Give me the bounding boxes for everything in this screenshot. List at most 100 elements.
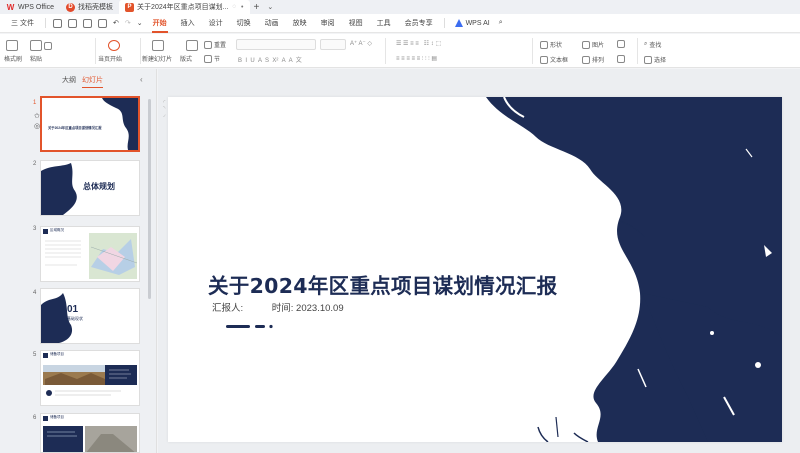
font-family-select[interactable] (236, 39, 316, 50)
menu-slideshow[interactable]: 放映 (286, 18, 314, 28)
shape-button[interactable]: 形状 (540, 40, 562, 49)
divider (532, 38, 533, 64)
wps-ai-icon (454, 19, 463, 27)
wps-ai-label: WPS AI (465, 19, 490, 27)
slide-title[interactable]: 关于2024年区重点项目谋划情况汇报 (208, 269, 557, 299)
menu-home[interactable]: 开始 (146, 18, 174, 33)
slide-number: 6 (33, 415, 37, 421)
tab-label: 关于2024年区重点项目谋划... (137, 4, 229, 11)
textbox-button[interactable]: 文本框 (540, 55, 568, 64)
menu-review[interactable]: 审阅 (314, 18, 342, 28)
print-preview-icon[interactable] (97, 18, 107, 28)
cloud-sync-icon: ◌ (232, 4, 237, 10)
slide-thumbnail-6[interactable]: 储备项目 (40, 413, 140, 453)
from-start-button[interactable] (108, 40, 122, 51)
picture-button[interactable]: 图片 (582, 40, 604, 49)
menu-transition[interactable]: 切换 (230, 18, 258, 28)
slide-number: 5 (33, 352, 37, 358)
arrange-button[interactable]: 排列 (582, 55, 604, 64)
layout-label: 版式 (180, 57, 193, 63)
photo-graphic (43, 426, 137, 452)
divider (385, 38, 386, 64)
slide-thumbnail-4[interactable]: 01 基础现状 (40, 288, 140, 344)
section-label: 节 (214, 57, 221, 63)
picture-icon (582, 40, 590, 49)
font-size-select[interactable] (320, 39, 346, 50)
font-grow-button[interactable]: A⁺ A⁻ ◇ (350, 40, 372, 47)
chevron-down-icon[interactable]: ⌄ (263, 3, 277, 11)
format-painter-button[interactable] (6, 40, 20, 51)
wps-ai-button[interactable]: WPS AI (449, 19, 496, 27)
new-tab-button[interactable]: + (250, 2, 264, 13)
fill-button[interactable] (617, 40, 627, 48)
save-icon[interactable] (52, 18, 62, 28)
outline-button[interactable] (617, 55, 627, 63)
collapse-panel-icon[interactable]: ‹ (140, 75, 143, 84)
select-button[interactable]: 选择 (644, 55, 666, 64)
paste-button[interactable] (30, 40, 54, 51)
textbox-label: 文本框 (550, 58, 569, 64)
menu-member[interactable]: 会员专享 (398, 18, 440, 28)
tab-label: WPS Office (18, 3, 55, 11)
slide-thumbnail-5[interactable]: 储备项目 (40, 350, 140, 406)
divider (637, 38, 638, 64)
paragraph-buttons[interactable]: ☰ ☰ ≡ ≡ ☷ ↕ ⬚ (396, 40, 441, 47)
slide-thumbnail-2[interactable]: 总体规划 (40, 160, 140, 216)
align-buttons[interactable]: ≡ ≡ ≡ ≡ ≡ ⫶ ⫶ ⫶ ▤ (396, 55, 437, 63)
cut-icon[interactable] (44, 41, 52, 50)
map-graphic (45, 233, 138, 279)
textbox-icon (540, 55, 548, 64)
font-style-buttons[interactable]: B I U A S X² A A 文 (238, 55, 302, 64)
docer-icon: D (66, 2, 76, 12)
ribbon-toolbar: 格式刷 粘贴 当页开始 新建幻灯片 版式 重置 节 A⁺ A⁻ ◇ B I U … (0, 34, 800, 68)
section-button[interactable]: 节 (204, 54, 220, 63)
reset-icon (204, 40, 212, 49)
slide-subtitle[interactable]: 汇报人: 时间: 2023.10.09 (212, 300, 344, 314)
menu-bar: 三 文件 ↶ ↷ ⌄ 开始 插入 设计 切换 动画 放映 审阅 视图 工具 会员… (0, 14, 800, 33)
panel-tabs: 大纲 幻灯片 ‹ (0, 75, 157, 89)
slide-thumbnail-3[interactable]: 区域概况 (40, 226, 140, 282)
print-icon[interactable] (82, 18, 92, 28)
picture-label: 图片 (592, 43, 605, 49)
thumb-subtitle: 基础现状 (67, 316, 83, 321)
layout-button[interactable] (186, 40, 200, 51)
find-label: 查找 (649, 43, 662, 49)
shape-label: 形状 (550, 43, 563, 49)
menu-animation[interactable]: 动画 (258, 18, 286, 28)
tab-outline[interactable]: 大纲 (62, 75, 76, 85)
tab-slides[interactable]: 幻灯片 (82, 75, 103, 88)
from-start-label: 当页开始 (98, 57, 123, 63)
menu-view[interactable]: 视图 (342, 18, 370, 28)
menu-design[interactable]: 设计 (202, 18, 230, 28)
menu-file[interactable]: 三 文件 (4, 18, 41, 28)
find-button[interactable]: ⌕ 查找 (644, 40, 661, 49)
slide-number: 1 (33, 100, 37, 106)
export-pdf-icon[interactable] (67, 18, 77, 28)
ink-brush-graphic (102, 98, 138, 150)
menu-tools[interactable]: 工具 (370, 18, 398, 28)
new-slide-button[interactable] (152, 40, 166, 51)
divider (443, 18, 445, 28)
panel-scrollbar[interactable] (148, 99, 151, 299)
close-tab-icon[interactable]: • (241, 4, 243, 11)
reporter-label: 汇报人: (212, 303, 244, 314)
select-label: 选择 (654, 58, 667, 64)
photo-graphic (43, 365, 137, 396)
more-icon[interactable]: ⌄ (134, 19, 146, 27)
search-icon[interactable]: ⌕ (496, 19, 506, 27)
undo-icon[interactable]: ↶ (110, 19, 122, 27)
slide-thumbnail-1[interactable]: 关于2024年区重点项目谋划情况汇报 (40, 96, 140, 152)
reset-button[interactable]: 重置 (204, 40, 226, 49)
reset-label: 重置 (214, 43, 227, 49)
tab-presentation[interactable]: P 关于2024年区重点项目谋划... ◌ • (119, 0, 250, 14)
ppt-file-icon: P (125, 2, 135, 12)
tab-docer[interactable]: D 找稻壳模板 (60, 0, 119, 14)
redo-icon[interactable]: ↷ (122, 19, 134, 27)
divider (95, 38, 96, 64)
paste-label: 粘贴 (30, 57, 43, 63)
fill-icon (617, 40, 625, 48)
current-slide[interactable]: 关于2024年区重点项目谋划情况汇报 汇报人: 时间: 2023.10.09 (168, 97, 782, 442)
tab-wps-office[interactable]: W WPS Office (0, 0, 60, 14)
format-painter-label: 格式刷 (4, 57, 23, 63)
menu-insert[interactable]: 插入 (174, 18, 202, 28)
